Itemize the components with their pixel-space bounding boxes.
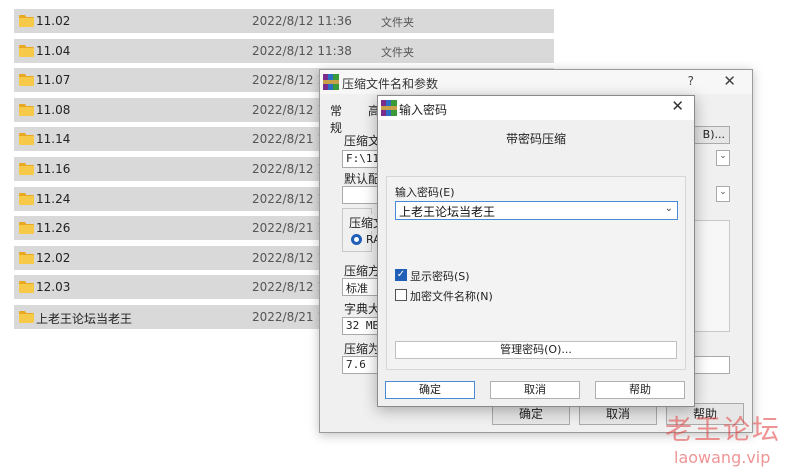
folder-icon [19, 133, 34, 146]
archive-name-field[interactable]: F:\11( [342, 150, 382, 168]
archive-dialog-title: 压缩文件名和参数 [342, 77, 439, 91]
folder-icon [19, 310, 34, 323]
file-date: 2022/8/12 11:36 [252, 14, 352, 28]
file-name: 11.14 [36, 132, 71, 147]
folder-icon [19, 74, 34, 87]
dictionary-select[interactable]: 32 MB [342, 317, 382, 335]
help-icon[interactable]: ? [688, 74, 694, 88]
file-name: 11.04 [36, 43, 71, 58]
password-dialog-title: 输入密码 [399, 103, 448, 117]
file-name: 11.26 [36, 221, 71, 236]
chevron-down-icon[interactable]: ⌄ [716, 150, 730, 166]
ok-button[interactable]: 确定 [385, 381, 475, 399]
folder-icon [19, 251, 34, 264]
profile-select[interactable] [342, 186, 382, 204]
file-name: 12.03 [36, 280, 71, 295]
profile-label: 默认配 [344, 172, 381, 186]
winrar-icon [381, 100, 397, 116]
encrypt-filenames-checkbox[interactable] [395, 289, 407, 301]
file-type: 文件夹 [381, 16, 414, 29]
password-dialog: 输入密码 ✕ 带密码压缩 输入密码(E) 上老王论坛当老王 ⌄ ✓ 显示密码(S… [377, 95, 695, 407]
file-name: 11.16 [36, 161, 71, 176]
file-name: 11.24 [36, 191, 71, 206]
archive-dialog-titlebar[interactable]: 压缩文件名和参数 ? ✕ [320, 70, 752, 94]
file-row[interactable]: 11.02 2022/8/12 11:36 文件夹 [14, 9, 554, 33]
show-password-checkbox[interactable]: ✓ [395, 269, 407, 281]
file-name: 11.07 [36, 73, 71, 88]
password-value: 上老王论坛当老王 [399, 205, 496, 219]
file-name: 上老王论坛当老王 [36, 311, 133, 326]
password-label: 输入密码(E) [395, 186, 455, 199]
dictionary-label: 字典大 [344, 302, 381, 316]
folder-icon [19, 192, 34, 205]
folder-icon [19, 162, 34, 175]
split-label: 压缩为 [344, 342, 381, 356]
help-button[interactable]: 帮助 [595, 381, 685, 399]
method-label: 压缩方 [344, 264, 381, 278]
file-row[interactable]: 11.04 2022/8/12 11:38 文件夹 [14, 38, 554, 63]
folder-icon [19, 15, 34, 27]
password-dialog-heading: 带密码压缩 [505, 132, 566, 146]
password-dialog-titlebar[interactable]: 输入密码 ✕ [378, 96, 694, 120]
password-input[interactable]: 上老王论坛当老王 ⌄ [395, 201, 678, 220]
file-name: 11.02 [36, 14, 71, 28]
folder-icon [19, 281, 34, 294]
archive-name-label: 压缩文 [344, 134, 381, 148]
file-date: 2022/8/12 11:38 [252, 43, 352, 58]
watermark-logo-text: 老王论坛 [665, 415, 781, 446]
folder-icon [19, 44, 34, 57]
split-size-field[interactable]: 7.6 [342, 356, 382, 374]
close-icon[interactable]: ✕ [723, 72, 736, 90]
cancel-button[interactable]: 取消 [490, 381, 580, 399]
method-select[interactable]: 标准 [342, 278, 382, 296]
tab-general[interactable]: 常规 [330, 102, 342, 136]
folder-icon [19, 222, 34, 235]
file-type: 文件夹 [381, 45, 414, 59]
folder-icon [19, 103, 34, 116]
close-icon[interactable]: ✕ [671, 97, 684, 115]
encrypt-filenames-label: 加密文件名称(N) [410, 290, 493, 303]
watermark-url: laowang.vip [674, 448, 771, 467]
file-name: 11.08 [36, 102, 71, 117]
manage-passwords-button[interactable]: 管理密码(O)... [395, 341, 677, 359]
file-name: 12.02 [36, 250, 71, 265]
chevron-down-icon[interactable]: ⌄ [716, 186, 730, 202]
show-password-label: 显示密码(S) [410, 270, 470, 283]
format-radio[interactable] [351, 234, 362, 245]
chevron-down-icon[interactable]: ⌄ [665, 203, 673, 214]
winrar-icon [323, 74, 339, 90]
